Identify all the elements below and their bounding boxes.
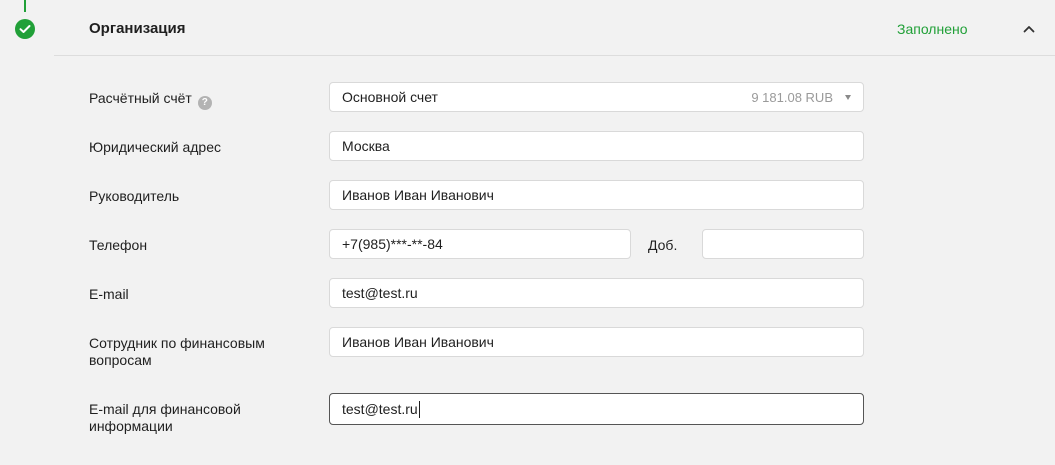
finance-person-label: Сотрудник по финансовым вопросам bbox=[89, 335, 265, 369]
finance-email-input[interactable]: test@test.ru bbox=[329, 393, 864, 425]
phone-input-value: +7(985)***-**-84 bbox=[342, 236, 443, 252]
section-header[interactable]: Организация Заполнено bbox=[54, 0, 1055, 56]
address-input-value: Москва bbox=[342, 138, 390, 154]
finance-person-input[interactable]: Иванов Иван Иванович bbox=[329, 327, 864, 357]
address-label: Юридический адрес bbox=[89, 139, 222, 155]
account-label: Расчётный счёт bbox=[89, 90, 192, 106]
email-input-value: test@test.ru bbox=[342, 285, 418, 301]
extension-input[interactable] bbox=[702, 229, 864, 259]
account-label-row: Расчётный счёт? bbox=[89, 90, 212, 110]
finance-email-label: E-mail для финансовой информации bbox=[89, 401, 241, 435]
step-connector-line bbox=[24, 0, 26, 12]
account-select[interactable]: Основной счет 9 181.08 RUB bbox=[329, 82, 864, 112]
collapse-button[interactable] bbox=[1020, 20, 1038, 38]
step-complete-badge bbox=[15, 19, 35, 39]
head-input[interactable]: Иванов Иван Иванович bbox=[329, 180, 864, 210]
extension-label: Доб. bbox=[648, 237, 678, 253]
finance-person-input-value: Иванов Иван Иванович bbox=[342, 334, 494, 350]
finance-email-label-line2: информации bbox=[89, 418, 173, 434]
finance-person-label-line2: вопросам bbox=[89, 352, 152, 368]
check-icon bbox=[19, 25, 31, 33]
email-input[interactable]: test@test.ru bbox=[329, 278, 864, 308]
finance-email-label-line1: E-mail для финансовой bbox=[89, 401, 241, 417]
section-title: Организация bbox=[89, 20, 186, 37]
head-label: Руководитель bbox=[89, 188, 180, 204]
email-label: E-mail bbox=[89, 286, 129, 302]
phone-input[interactable]: +7(985)***-**-84 bbox=[329, 229, 631, 259]
dropdown-caret-icon bbox=[845, 94, 851, 100]
phone-label: Телефон bbox=[89, 237, 148, 253]
finance-email-input-value: test@test.ru bbox=[342, 401, 418, 417]
question-icon[interactable]: ? bbox=[197, 95, 212, 110]
account-select-value: Основной счет bbox=[342, 89, 438, 105]
finance-person-label-line1: Сотрудник по финансовым bbox=[89, 335, 265, 351]
text-cursor bbox=[418, 400, 420, 418]
address-input[interactable]: Москва bbox=[329, 131, 864, 161]
section-status: Заполнено bbox=[897, 21, 968, 37]
chevron-up-icon bbox=[1023, 26, 1035, 33]
account-balance: 9 181.08 RUB bbox=[751, 89, 833, 105]
head-input-value: Иванов Иван Иванович bbox=[342, 187, 494, 203]
